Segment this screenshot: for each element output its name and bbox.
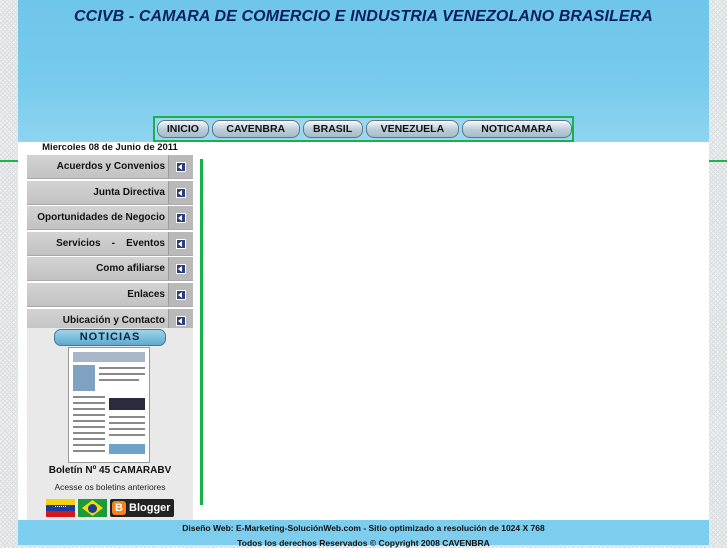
sidebar-item-label: Servicios - Eventos bbox=[56, 237, 165, 249]
bulletin-title: Boletín Nº 45 CAMARABV bbox=[48, 465, 172, 476]
newsletter-text-line bbox=[109, 434, 145, 436]
news-header[interactable]: NOTICIAS bbox=[54, 329, 166, 346]
content-divider bbox=[200, 159, 203, 505]
footer-copyright: Todos los derechos Reservados © Copyrigh… bbox=[237, 538, 490, 548]
sidebar-item-label: Oportunidades de Negocio bbox=[37, 212, 165, 224]
decorative-line-right bbox=[709, 160, 727, 162]
nav-cavenbra-button[interactable]: CAVENBRA bbox=[211, 120, 300, 138]
news-panel: NOTICIAS Boletín Nº 45 CAMARABV Acesse o… bbox=[27, 328, 193, 520]
newsletter-text-line bbox=[73, 408, 105, 410]
nav-venezuela-button[interactable]: VENEZUELA bbox=[365, 120, 460, 138]
sidebar-item-acuerdos[interactable]: Acuerdos y Convenios bbox=[27, 155, 193, 179]
arrow-left-icon bbox=[168, 180, 193, 204]
nav-brasil-button[interactable]: BRASIL bbox=[302, 120, 363, 138]
sidebar-item-oportunidades[interactable]: Oportunidades de Negocio bbox=[27, 206, 193, 231]
newsletter-text-line bbox=[73, 450, 105, 452]
newsletter-text-line bbox=[73, 402, 105, 404]
arrow-left-icon bbox=[168, 257, 193, 281]
sidebar-item-label: Como afiliarse bbox=[96, 263, 165, 275]
arrow-left-icon bbox=[168, 206, 193, 230]
newsletter-text-line bbox=[73, 444, 105, 446]
sidebar-item-afiliarse[interactable]: Como afiliarse bbox=[27, 257, 193, 282]
newsletter-text-line bbox=[99, 373, 145, 375]
sidebar-item-label: Enlaces bbox=[127, 288, 165, 300]
sidebar-item-label: Acuerdos y Convenios bbox=[56, 161, 165, 172]
newsletter-dark-block bbox=[109, 398, 145, 410]
newsletter-text-line bbox=[109, 422, 145, 424]
sidebar-item-junta[interactable]: Junta Directiva bbox=[27, 180, 193, 205]
newsletter-text-line bbox=[73, 426, 105, 428]
blogger-label: Blogger bbox=[129, 502, 171, 514]
newsletter-text-line bbox=[73, 432, 105, 434]
newsletter-text-line bbox=[99, 379, 139, 381]
sidebar-item-enlaces[interactable]: Enlaces bbox=[27, 282, 193, 307]
blogger-icon: B bbox=[112, 501, 126, 515]
newsletter-text-line bbox=[73, 396, 105, 398]
newsletter-text-line bbox=[99, 367, 145, 369]
arrow-left-icon bbox=[168, 282, 193, 306]
nav-noticamara-button[interactable]: NOTICAMARA bbox=[462, 120, 572, 138]
previous-bulletins-link[interactable]: Acesse os boletins anteriores bbox=[27, 482, 193, 492]
newsletter-masthead bbox=[73, 352, 145, 362]
sidebar-item-servicios[interactable]: Servicios - Eventos bbox=[27, 231, 193, 256]
site-title: CCIVB - CAMARA DE COMERCIO E INDUSTRIA V… bbox=[74, 8, 653, 25]
arrow-left-icon bbox=[168, 155, 193, 178]
footer-credits: Diseño Web: E-Marketing-SoluciónWeb.com … bbox=[182, 523, 545, 533]
top-navigation: INICIO CAVENBRA BRASIL VENEZUELA NOTICAM… bbox=[153, 116, 574, 142]
newsletter-blue-block bbox=[109, 444, 145, 454]
footer: Diseño Web: E-Marketing-SoluciónWeb.com … bbox=[18, 520, 709, 548]
current-date: Miercoles 08 de Junio de 2011 bbox=[42, 142, 178, 153]
newsletter-text-line bbox=[73, 420, 105, 422]
flags-row: B Blogger bbox=[46, 499, 174, 519]
sidebar-menu: Acuerdos y Convenios Junta Directiva Opo… bbox=[27, 155, 193, 334]
newsletter-text-line bbox=[73, 438, 105, 440]
arrow-left-icon bbox=[168, 231, 193, 255]
header-banner: CCIVB - CAMARA DE COMERCIO E INDUSTRIA V… bbox=[18, 0, 709, 142]
decorative-line-left bbox=[0, 160, 18, 162]
venezuela-flag-icon[interactable] bbox=[46, 499, 75, 517]
newsletter-text-line bbox=[109, 416, 145, 418]
newsletter-thumbnail[interactable] bbox=[68, 347, 150, 463]
newsletter-image bbox=[73, 365, 95, 391]
sidebar-item-label: Junta Directiva bbox=[93, 186, 165, 198]
nav-inicio-button[interactable]: INICIO bbox=[157, 120, 209, 138]
brazil-flag-icon[interactable] bbox=[78, 499, 107, 517]
page-container: CCIVB - CAMARA DE COMERCIO E INDUSTRIA V… bbox=[18, 0, 709, 548]
newsletter-text-line bbox=[73, 414, 105, 416]
blogger-button[interactable]: B Blogger bbox=[110, 499, 174, 517]
newsletter-text-line bbox=[109, 428, 145, 430]
